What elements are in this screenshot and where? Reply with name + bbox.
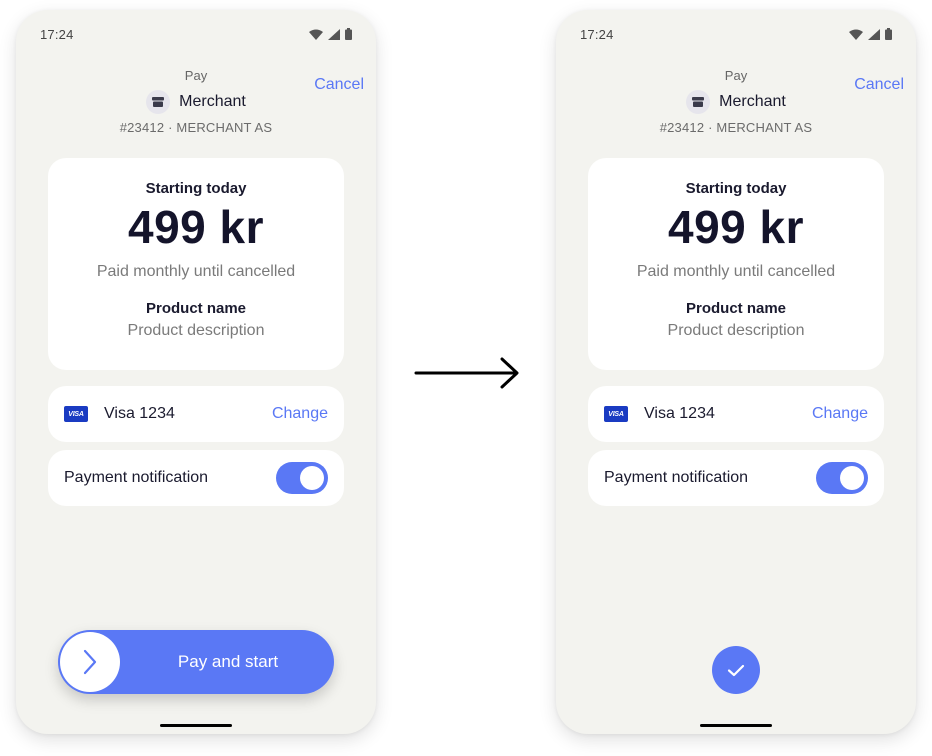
payment-method-card: VISA Visa 1234 Change xyxy=(48,386,344,442)
merchant-reference: #23412 · MERCHANT AS xyxy=(119,120,273,135)
home-indicator[interactable] xyxy=(700,724,772,727)
cancel-button[interactable]: Cancel xyxy=(854,76,904,94)
payment-method-label: Visa 1234 xyxy=(104,405,175,422)
home-indicator[interactable] xyxy=(160,724,232,727)
product-name: Product name xyxy=(685,300,787,317)
product-name: Product name xyxy=(145,300,247,317)
change-payment-button[interactable]: Change xyxy=(272,405,328,423)
cellular-signal-icon xyxy=(868,28,880,40)
status-bar: 17:24 xyxy=(40,26,352,42)
battery-icon xyxy=(345,28,352,40)
toggle-knob xyxy=(840,466,864,490)
arrow-right-icon xyxy=(414,357,519,389)
merchant-name: Merchant xyxy=(179,93,246,110)
pay-and-start-slider[interactable]: Pay and start xyxy=(58,630,334,694)
amount: 499 kr xyxy=(667,201,804,253)
payment-success-indicator xyxy=(712,646,760,694)
merchant-reference: #23412 · MERCHANT AS xyxy=(659,120,813,135)
visa-card-icon: VISA xyxy=(604,406,628,422)
billing-period: Paid monthly until cancelled xyxy=(96,263,296,280)
status-time: 17:24 xyxy=(580,26,614,42)
merchant-name: Merchant xyxy=(719,93,786,110)
cellular-signal-icon xyxy=(328,28,340,40)
payment-method-label: Visa 1234 xyxy=(644,405,715,422)
product-description: Product description xyxy=(667,322,805,339)
product-description: Product description xyxy=(127,322,265,339)
wifi-icon xyxy=(849,29,863,40)
checkmark-icon xyxy=(727,664,745,677)
slider-handle[interactable] xyxy=(60,632,120,692)
status-icons xyxy=(849,28,892,40)
notification-toggle[interactable] xyxy=(276,462,328,494)
notification-card: Payment notification xyxy=(588,450,884,506)
notification-label: Payment notification xyxy=(64,469,209,486)
status-icons xyxy=(309,28,352,40)
visa-card-icon: VISA xyxy=(64,406,88,422)
phone-screen-before: 17:24 Pay Merchant #23412 · MERCHANT AS … xyxy=(16,10,376,734)
chevron-right-icon xyxy=(83,649,97,675)
status-time: 17:24 xyxy=(40,26,74,42)
phone-screen-after: 17:24 Pay Merchant #23412 · MERCHANT AS … xyxy=(556,10,916,734)
cancel-button[interactable]: Cancel xyxy=(314,76,364,94)
subscription-summary-card: Starting today 499 kr Paid monthly until… xyxy=(48,158,344,370)
amount: 499 kr xyxy=(127,201,264,253)
toggle-knob xyxy=(300,466,324,490)
wifi-icon xyxy=(309,29,323,40)
start-label: Starting today xyxy=(685,180,787,197)
notification-toggle[interactable] xyxy=(816,462,868,494)
notification-card: Payment notification xyxy=(48,450,344,506)
pay-and-start-label: Pay and start xyxy=(177,652,279,671)
battery-icon xyxy=(885,28,892,40)
storefront-icon xyxy=(686,90,711,114)
start-label: Starting today xyxy=(145,180,247,197)
storefront-icon xyxy=(146,90,171,114)
notification-label: Payment notification xyxy=(604,469,749,486)
payment-method-card: VISA Visa 1234 Change xyxy=(588,386,884,442)
status-bar: 17:24 xyxy=(580,26,892,42)
change-payment-button[interactable]: Change xyxy=(812,405,868,423)
subscription-summary-card: Starting today 499 kr Paid monthly until… xyxy=(588,158,884,370)
billing-period: Paid monthly until cancelled xyxy=(636,263,836,280)
